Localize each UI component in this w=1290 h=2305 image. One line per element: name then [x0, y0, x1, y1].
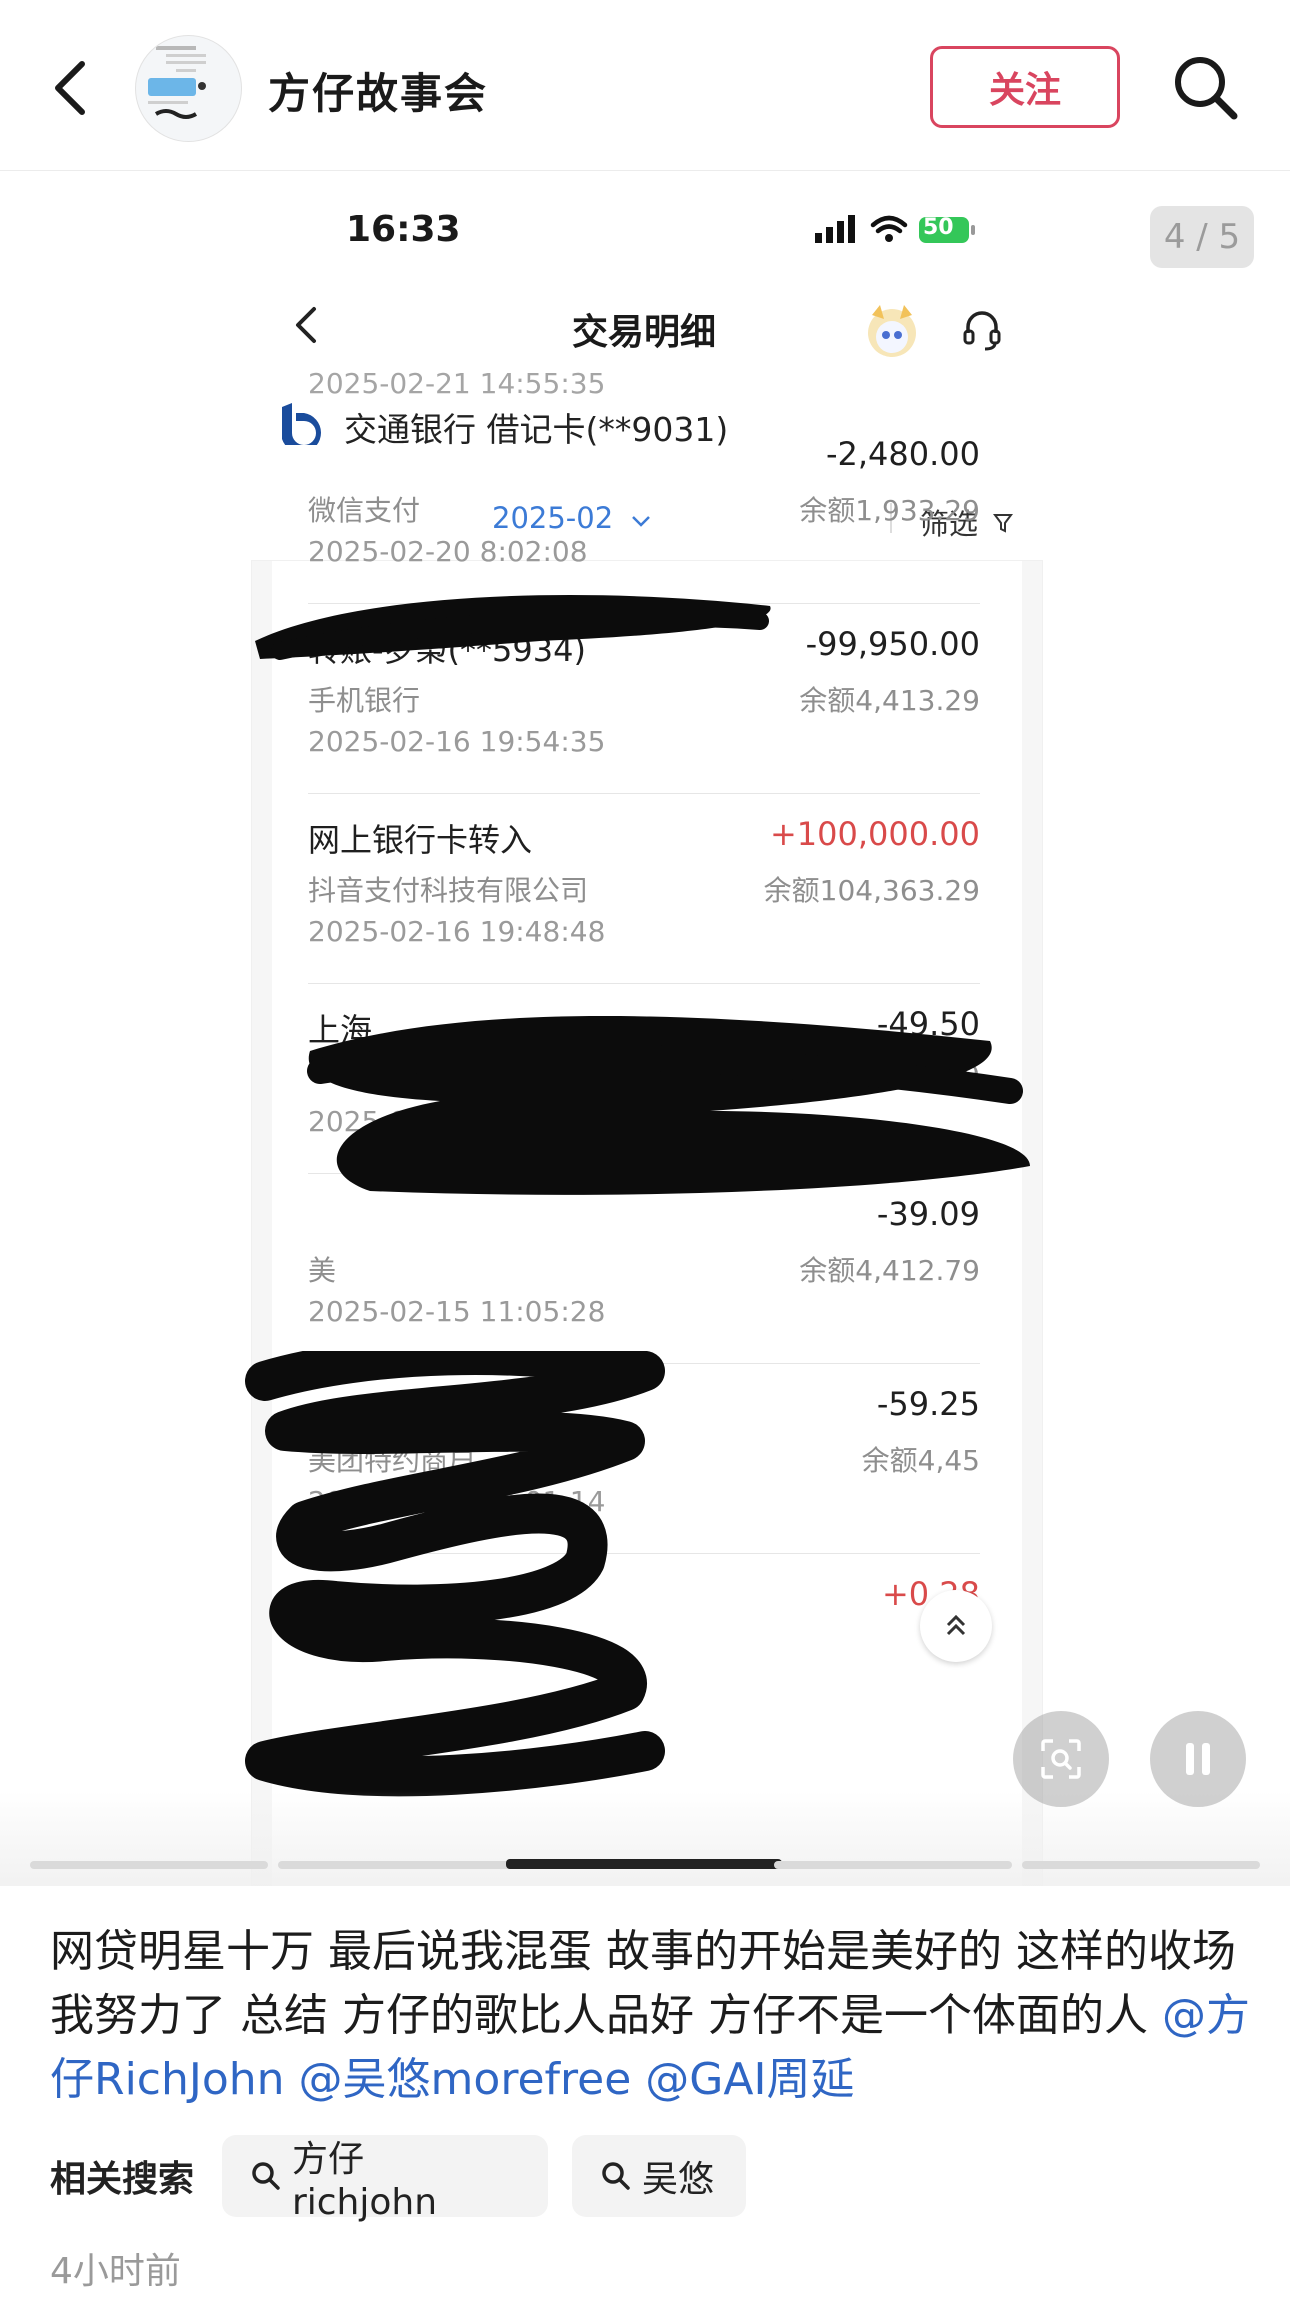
caption-text: 网贷明星十万 最后说我混蛋 故事的开始是美好的 这样的收场 我努力了 总结 方仔…: [50, 1926, 1236, 2041]
filter-icon: [993, 514, 1014, 533]
transaction-date: 2025-02-16 19:48:48: [308, 915, 606, 948]
carousel-progress-segment: [278, 1861, 516, 1869]
post-image[interactable]: 16:33 50 4 / 5 交易明细 交通银行 借记卡(**9031) 202…: [0, 171, 1290, 1886]
transaction-amount: -99,950.00: [805, 625, 980, 663]
back-button[interactable]: [40, 48, 100, 128]
chip-label: 吴悠: [642, 2159, 715, 2200]
transaction-amount: -39.09: [876, 1195, 980, 1233]
transaction-channel: 微信支付: [308, 494, 421, 527]
card-edge: [1022, 561, 1042, 1886]
related-search-label: 相关搜索: [50, 2159, 195, 2200]
transaction-balance: 余额4,413.29: [799, 684, 980, 717]
headset-icon: [962, 309, 1002, 357]
related-search-chip[interactable]: 吴悠: [572, 2135, 746, 2217]
search-icon: [252, 2162, 280, 2190]
scroll-top-button[interactable]: [920, 1590, 992, 1662]
chevron-left-icon: [55, 61, 85, 115]
mention-link[interactable]: @GAI周延: [645, 2054, 854, 2105]
transaction-title: 上海: [308, 1011, 373, 1049]
search-icon: [602, 2162, 630, 2190]
account-name[interactable]: 方仔故事会: [268, 60, 488, 121]
related-search-chip[interactable]: 方仔 richjohn: [222, 2135, 548, 2223]
transaction-date: 2025-02-21 14:55:35: [308, 367, 606, 400]
transaction-title: 转账-罗枭(**5934): [308, 631, 586, 669]
image-search-icon: [1041, 1739, 1081, 1779]
post-time: 4小时前: [50, 2251, 181, 2292]
avatar[interactable]: [135, 35, 242, 142]
transaction-balance: 余额104,363.29: [763, 874, 980, 907]
transaction-channel: 手机银行: [308, 684, 421, 717]
transaction-date: 2025-02-16: [308, 1105, 471, 1138]
transaction-row[interactable]: 美 2025-02-15 11:05:28 -39.09 余额4,412.79: [308, 1173, 980, 1364]
transaction-amount: -2,480.00: [825, 435, 980, 473]
transaction-balance: 4,363.29: [855, 1059, 980, 1092]
image-fade: [0, 1791, 1290, 1886]
battery-level: 50: [923, 215, 954, 240]
transaction-date: 2025-02-15 11:05:28: [308, 1295, 606, 1328]
transaction-balance: 余额1,933.29: [799, 494, 980, 527]
transaction-row[interactable]: 退款 +0.28: [308, 1553, 980, 1743]
follow-button[interactable]: 关注: [930, 46, 1120, 128]
inner-back-icon: [292, 303, 320, 351]
transaction-row[interactable]: 上海 2025-02-16 -49.50 4,363.29: [308, 983, 980, 1174]
mention-link[interactable]: @吴悠morefree: [299, 2054, 632, 2105]
post-caption: 网贷明星十万 最后说我混蛋 故事的开始是美好的 这样的收场 我努力了 总结 方仔…: [50, 1920, 1250, 2112]
carousel-progress-segment: [1022, 1861, 1260, 1869]
page-indicator: 4 / 5: [1150, 206, 1254, 268]
signal-icon: [815, 215, 855, 243]
card-edge: [252, 561, 272, 1886]
status-time: 16:33: [346, 209, 461, 250]
transaction-channel: 美团特约商户: [308, 1444, 477, 1477]
mascot-icon: [862, 301, 922, 365]
transaction-row[interactable]: 转账-罗枭(**5934) 手机银行 2025-02-16 19:54:35 -…: [308, 603, 980, 794]
transaction-title: 退款: [308, 1581, 373, 1619]
search-icon: [1175, 57, 1238, 120]
wifi-icon: [870, 215, 908, 242]
transaction-row[interactable]: 微信支付 2025-02-20 8:02:08 -2,480.00 余额1,93…: [308, 413, 980, 604]
double-chevron-up-icon: [946, 1614, 966, 1636]
carousel-progress-segment: [774, 1861, 1012, 1869]
transaction-date: 2025-02-20 8:02:08: [308, 535, 588, 568]
nav-title: 交易明细: [572, 312, 717, 353]
transaction-date: 2025-02-14 23:01:14: [308, 1485, 606, 1518]
scan-image-button[interactable]: [1013, 1711, 1109, 1807]
transaction-row[interactable]: 美团特约商户 2025-02-14 23:01:14 -59.25 余额4,45: [308, 1363, 980, 1554]
transaction-row[interactable]: 网上银行卡转入 抖音支付科技有限公司 2025-02-16 19:48:48 +…: [308, 793, 980, 984]
transaction-amount: -49.50: [876, 1005, 980, 1043]
transaction-channel: 抖音支付科技有限公司: [308, 874, 589, 907]
pause-button[interactable]: [1150, 1711, 1246, 1807]
chip-label: 方仔 richjohn: [291, 2138, 438, 2223]
carousel-progress-active: [506, 1859, 782, 1869]
transaction-channel: 美: [308, 1254, 337, 1287]
transaction-date: 2025-02-16 19:54:35: [308, 725, 606, 758]
transaction-amount: +100,000.00: [769, 815, 980, 853]
pause-icon: [1186, 1743, 1210, 1775]
status-icons: 50: [815, 211, 980, 255]
transaction-balance: 余额4,412.79: [799, 1254, 980, 1287]
transaction-title: 网上银行卡转入: [308, 821, 533, 859]
search-button[interactable]: [1170, 52, 1242, 124]
transaction-balance: 余额4,45: [861, 1444, 980, 1477]
carousel-progress-segment: [30, 1861, 268, 1869]
transaction-amount: -59.25: [876, 1385, 980, 1423]
